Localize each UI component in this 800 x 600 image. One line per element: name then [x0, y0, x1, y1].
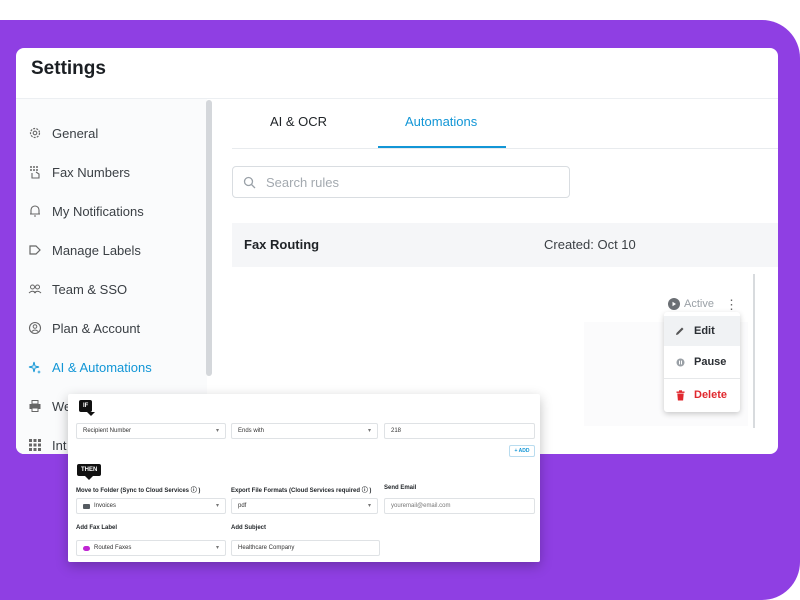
search-box[interactable] — [232, 166, 570, 198]
then-tag: THEN — [77, 464, 102, 480]
email-label: Send Email — [384, 485, 417, 491]
menu-item-delete[interactable]: Delete — [664, 380, 740, 410]
label-color-icon — [83, 545, 90, 551]
condition-value-input[interactable]: 218 — [384, 423, 535, 439]
input-value: 218 — [391, 428, 402, 434]
tab-ai-ocr[interactable]: AI & OCR — [270, 114, 327, 129]
page-title: Settings — [31, 58, 106, 79]
menu-item-label: Delete — [694, 389, 728, 401]
select-value: Routed Faxes — [94, 545, 132, 551]
select-value: Ends with — [238, 428, 265, 434]
folder-label: Move to Folder (Sync to Cloud Services ⓘ… — [76, 488, 201, 494]
sidebar-item-label: Plan & Account — [52, 320, 141, 336]
sidebar-item-general[interactable]: General — [28, 121, 98, 145]
rule-actions-menu: Edit Pause Delete — [664, 312, 740, 412]
label-icon — [28, 243, 42, 257]
select-value: Invoices — [94, 503, 117, 509]
rule-created-date: Created: Oct 10 — [544, 237, 636, 252]
select-value: Recipient Number — [83, 428, 132, 434]
sidebar-item-my-notifications[interactable]: My Notifications — [28, 199, 144, 223]
sidebar-item-fax-numbers[interactable]: Fax Numbers — [28, 160, 130, 184]
sidebar-item-manage-labels[interactable]: Manage Labels — [28, 238, 141, 262]
chevron-down-icon: ▾ — [215, 503, 219, 509]
grid-icon — [28, 438, 42, 452]
pencil-icon — [672, 326, 688, 336]
account-icon — [28, 321, 42, 335]
sidebar-scrollbar[interactable] — [206, 100, 212, 376]
team-icon — [28, 282, 42, 296]
fax-label-select[interactable]: Routed Faxes ▾ — [76, 540, 226, 556]
sidebar-item-label: Team & SSO — [52, 281, 128, 297]
more-options-icon[interactable]: ⋮ — [725, 298, 738, 311]
subject-input[interactable]: Healthcare Company — [231, 540, 380, 556]
chevron-down-icon: ▾ — [215, 545, 219, 551]
rule-row[interactable]: Fax Routing Created: Oct 10 — [232, 223, 778, 267]
sidebar-item-web[interactable]: We — [28, 394, 71, 418]
tab-automations[interactable]: Automations — [405, 114, 477, 129]
sidebar-item-label: My Notifications — [52, 203, 144, 219]
gear-icon — [28, 126, 42, 140]
sidebar-item-label: Fax Numbers — [52, 164, 131, 180]
sidebar-item-label: Int — [52, 437, 67, 453]
rule-editor-card: IF Recipient Number ▾ Ends with ▾ 218 + … — [68, 394, 540, 562]
input-placeholder: youremail@email.com — [391, 503, 451, 509]
sidebar-item-label: General — [52, 125, 99, 141]
chevron-down-icon: ▾ — [367, 428, 371, 434]
add-condition-button[interactable]: + ADD — [509, 445, 535, 457]
rule-name: Fax Routing — [244, 237, 320, 252]
input-value: Healthcare Company — [238, 545, 295, 551]
email-input[interactable]: youremail@email.com — [384, 498, 535, 514]
sidebar-item-label: AI & Automations — [52, 359, 152, 375]
bell-icon — [28, 204, 42, 218]
menu-item-label: Edit — [694, 325, 715, 337]
sidebar-item-label: Manage Labels — [52, 242, 141, 258]
status-indicator: Active — [668, 298, 714, 310]
condition-operator-select[interactable]: Ends with ▾ — [231, 423, 378, 439]
menu-item-edit[interactable]: Edit — [664, 316, 740, 346]
printer-icon — [28, 399, 42, 413]
formats-select[interactable]: pdf ▾ — [231, 498, 378, 514]
sparkle-icon — [28, 360, 42, 374]
sidebar-item-ai-automations[interactable]: AI & Automations — [28, 355, 152, 379]
title-bar: Settings — [16, 48, 778, 99]
status-label: Active — [684, 298, 714, 310]
search-icon — [243, 176, 256, 189]
formats-label: Export File Formats (Cloud Services requ… — [231, 488, 372, 494]
subject-label: Add Subject — [231, 525, 267, 531]
active-tab-indicator — [378, 146, 506, 148]
folder-select[interactable]: Invoices ▾ — [76, 498, 226, 514]
tab-bar: AI & OCR Automations — [232, 100, 778, 149]
chevron-down-icon: ▾ — [215, 428, 219, 434]
fax-label-label: Add Fax Label — [76, 525, 118, 531]
menu-item-label: Pause — [694, 356, 727, 368]
sidebar-item-integrations[interactable]: Int — [28, 433, 66, 454]
panel-scrollbar[interactable] — [753, 274, 755, 428]
folder-icon — [83, 503, 90, 509]
play-icon — [668, 298, 680, 310]
sidebar-item-team-sso[interactable]: Team & SSO — [28, 277, 127, 301]
pause-icon — [672, 358, 688, 367]
search-input[interactable] — [264, 173, 548, 191]
fax-keypad-icon — [28, 165, 42, 179]
condition-field-select[interactable]: Recipient Number ▾ — [76, 423, 226, 439]
menu-divider — [664, 378, 740, 379]
menu-item-pause[interactable]: Pause — [664, 347, 740, 377]
select-value: pdf — [238, 503, 247, 509]
if-tag: IF — [79, 400, 96, 416]
sidebar-item-plan-account[interactable]: Plan & Account — [28, 316, 140, 340]
trash-icon — [672, 389, 688, 401]
chevron-down-icon: ▾ — [367, 503, 371, 509]
